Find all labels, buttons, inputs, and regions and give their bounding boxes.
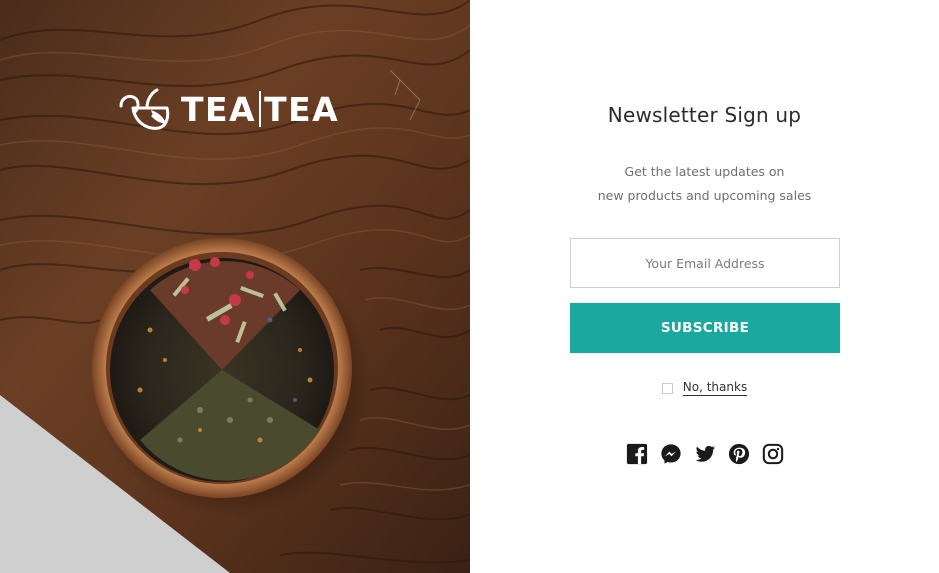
decline-option[interactable]: No, thanks [470, 380, 939, 396]
hero-image-panel: TEA TEA [0, 0, 470, 573]
messenger-icon[interactable] [660, 443, 682, 465]
newsletter-subtitle-line2: new products and upcoming sales [597, 188, 812, 203]
pinterest-icon[interactable] [728, 443, 750, 465]
no-thanks-link[interactable]: No, thanks [682, 380, 748, 396]
instagram-icon[interactable] [762, 443, 784, 465]
brand-wordmark-left: TEA [181, 89, 257, 129]
email-input[interactable] [570, 238, 840, 288]
decline-checkbox[interactable] [661, 382, 673, 394]
brand-wordmark-divider [259, 91, 262, 127]
subscribe-button[interactable]: SUBSCRIBE [570, 303, 840, 353]
facebook-icon[interactable] [626, 443, 648, 465]
signup-form-panel: Newsletter Sign up Get the latest update… [470, 0, 939, 573]
brand-logo: TEA TEA [117, 86, 339, 132]
brand-wordmark: TEA TEA [181, 91, 339, 127]
newsletter-title: Newsletter Sign up [607, 103, 802, 127]
newsletter-popup: TEA TEA Newsletter Sign up Get the lates… [0, 0, 939, 573]
tea-leaf-cup-icon [119, 88, 170, 130]
twitter-icon[interactable] [694, 443, 716, 465]
newsletter-subtitle-line1: Get the latest updates on [624, 164, 785, 179]
social-links [470, 443, 939, 465]
brand-wordmark-right: TEA [264, 89, 340, 129]
